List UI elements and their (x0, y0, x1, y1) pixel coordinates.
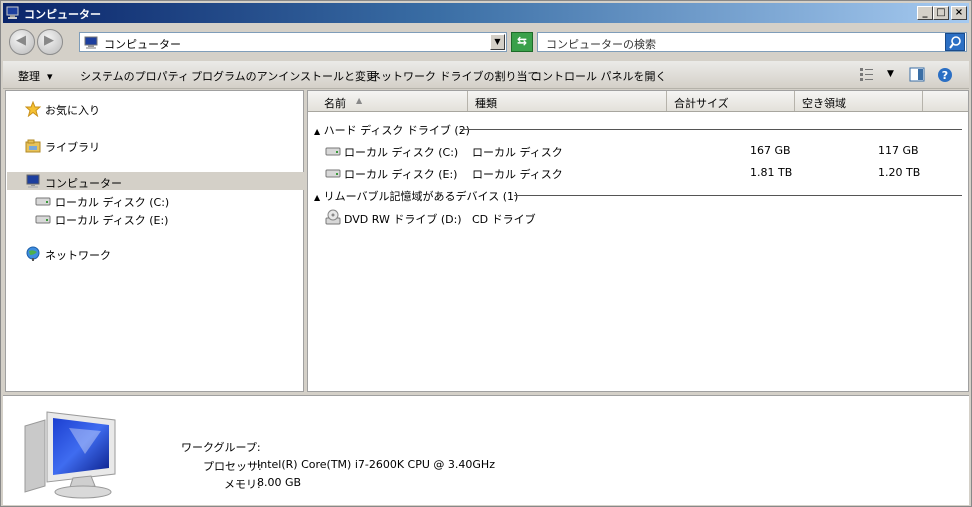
explorer-window: コンピューター _ □ × ◀ ▶ コンピューター ▼ ⇆ コンピューターの検索 (0, 0, 972, 507)
computer-icon (26, 174, 40, 188)
drive-type: ローカル ディスク (472, 168, 563, 181)
dvd-drive-icon (325, 209, 341, 225)
drive-type: ローカル ディスク (472, 146, 563, 159)
organize-menu[interactable]: 整理 ▾ (18, 68, 53, 84)
search-button[interactable] (945, 33, 965, 51)
processor-value: Intel(R) Core(TM) i7-2600K CPU @ 3.40GHz (257, 458, 495, 471)
map-network-drive-button[interactable]: ネットワーク ドライブの割り当て (370, 68, 539, 84)
preview-pane-icon[interactable] (909, 67, 925, 82)
hard-drive-icon (35, 215, 51, 224)
view-dropdown-icon[interactable]: ▼ (887, 69, 894, 79)
nav-label-network: ネットワーク (45, 249, 111, 262)
column-header: 名前 ▲ 種類 合計サイズ 空き領域 (308, 91, 968, 112)
drive-free-space: 1.20 TB (878, 166, 921, 179)
group-header-removable[interactable]: ▲ リムーバブル記憶域があるデバイス (1) (314, 188, 518, 204)
organize-label: 整理 (18, 70, 40, 83)
column-free-space-label: 空き領域 (802, 97, 846, 110)
drive-row-c[interactable]: ローカル ディスク (C:) ローカル ディスク 167 GB 117 GB (324, 142, 954, 160)
search-icon (949, 36, 961, 49)
forward-button[interactable]: ▶ (37, 29, 63, 55)
open-control-panel-button[interactable]: コントロール パネルを開く (531, 68, 667, 84)
processor-label: プロセッサ: (203, 460, 262, 473)
computer-icon (6, 6, 19, 19)
hard-drive-icon (325, 169, 341, 178)
system-properties-button[interactable]: システムのプロパティ (80, 68, 189, 84)
group-label-removable: リムーバブル記憶域があるデバイス (1) (323, 190, 519, 203)
star-icon (25, 101, 41, 117)
group-label-hdd: ハード ディスク ドライブ (2) (323, 124, 470, 137)
close-button[interactable]: × (951, 6, 967, 20)
drive-row-dvd[interactable]: DVD RW ドライブ (D:) CD ドライブ (324, 209, 954, 227)
drive-name: ローカル ディスク (E:) (344, 168, 458, 181)
workgroup-label: ワークグループ: (181, 441, 261, 454)
column-type-label: 種類 (475, 97, 497, 110)
nav-label-computer: コンピューター (45, 177, 122, 190)
drive-type: CD ドライブ (472, 213, 536, 226)
address-bar-area: ◀ ▶ コンピューター ▼ ⇆ コンピューターの検索 (3, 25, 969, 59)
drive-name: DVD RW ドライブ (D:) (344, 213, 462, 226)
minimize-button[interactable]: _ (917, 6, 933, 20)
collapse-arrow-icon: ▲ (314, 127, 321, 136)
computer-icon (84, 36, 98, 49)
memory-label: メモリ: (224, 478, 261, 491)
collapse-arrow-icon: ▲ (314, 193, 321, 202)
maximize-button[interactable]: □ (933, 6, 949, 20)
command-bar: 整理 ▾ システムのプロパティ プログラムのアンインストールと変更 ネットワーク… (3, 61, 969, 89)
title-bar[interactable]: コンピューター _ □ × (3, 3, 969, 23)
drive-free-space: 117 GB (878, 144, 919, 157)
drive-total-size: 167 GB (750, 144, 791, 157)
search-input[interactable]: コンピューターの検索 (546, 36, 656, 52)
drive-row-e[interactable]: ローカル ディスク (E:) ローカル ディスク 1.81 TB 1.20 TB (324, 164, 954, 182)
group-divider (460, 129, 962, 130)
column-total-size-label: 合計サイズ (674, 97, 729, 110)
uninstall-programs-button[interactable]: プログラムのアンインストールと変更 (191, 68, 377, 84)
hard-drive-icon (325, 147, 341, 156)
address-path: コンピューター (104, 38, 181, 51)
nav-label-libraries: ライブラリ (45, 141, 100, 154)
computer-large-icon (24, 411, 116, 499)
back-button[interactable]: ◀ (9, 29, 35, 55)
group-divider (514, 195, 962, 196)
column-name-label: 名前 (324, 97, 346, 110)
drive-total-size: 1.81 TB (750, 166, 793, 179)
refresh-button[interactable]: ⇆ (511, 32, 533, 52)
address-dropdown-button[interactable]: ▼ (490, 34, 505, 50)
view-options-icon[interactable] (859, 67, 875, 81)
group-header-hdd[interactable]: ▲ ハード ディスク ドライブ (2) (314, 122, 470, 138)
help-icon[interactable]: ? (937, 67, 953, 83)
network-icon (26, 246, 40, 261)
column-name[interactable]: 名前 ▲ (308, 91, 468, 111)
drive-name: ローカル ディスク (C:) (344, 146, 459, 159)
column-total-size[interactable]: 合計サイズ (667, 91, 795, 111)
column-free-space[interactable]: 空き領域 (795, 91, 923, 111)
content-pane: 名前 ▲ 種類 合計サイズ 空き領域 ▲ ハード ディスク ドライブ (2) ロ… (307, 90, 969, 392)
svg-text:?: ? (942, 69, 948, 82)
forward-arrow-icon: ▶ (44, 33, 54, 48)
back-arrow-icon: ◀ (16, 33, 26, 48)
nav-label-drive-c: ローカル ディスク (C:) (55, 196, 170, 209)
search-box[interactable]: コンピューターの検索 (537, 32, 967, 52)
details-pane: ワークグループ: プロセッサ: Intel(R) Core(TM) i7-260… (3, 395, 969, 505)
nav-label-favorites: お気に入り (45, 104, 100, 117)
nav-label-drive-e: ローカル ディスク (E:) (55, 214, 169, 227)
window-title: コンピューター (24, 8, 101, 21)
library-icon (25, 139, 41, 153)
address-bar[interactable]: コンピューター ▼ (79, 32, 507, 52)
column-type[interactable]: 種類 (468, 91, 667, 111)
hard-drive-icon (35, 197, 51, 206)
navigation-pane: お気に入り ライブラリ コンピューター ローカル ディスク (C:) ローカル … (5, 90, 304, 392)
memory-value: 8.00 GB (257, 476, 302, 489)
sort-ascending-icon: ▲ (356, 96, 363, 105)
